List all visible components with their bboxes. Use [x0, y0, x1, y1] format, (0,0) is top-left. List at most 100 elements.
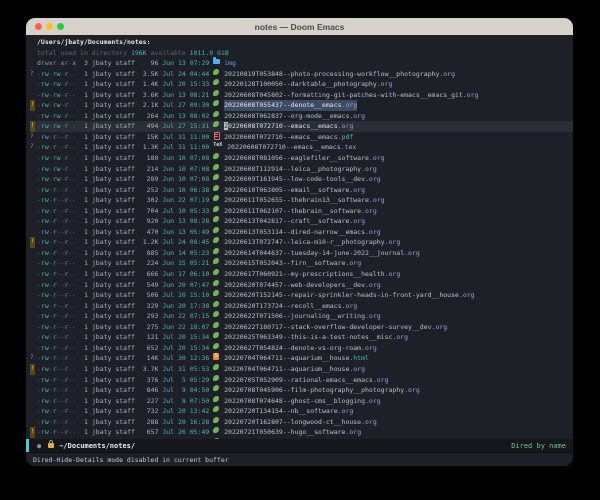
dired-row-file[interactable]: !-rw-r--r-- 1 jbaty staff 657 Jul 26 05:… — [30, 427, 573, 438]
file-date: Jul 26 05:49 — [162, 427, 209, 438]
filename[interactable]: 20220708T074648--ghost-cms__blogging — [224, 397, 365, 405]
org-icon — [213, 216, 220, 223]
dired-row-directory[interactable]: drwxr-xr-x 3 jbaty staff 96 Jun 13 07:29… — [30, 58, 573, 69]
fringe — [30, 417, 37, 428]
dired-row-file[interactable]: -rw-rw-r-- 1 jbaty staff 214 Jun 10 07:0… — [30, 164, 573, 175]
file-extension: .org — [385, 270, 401, 278]
filename[interactable]: 20220620T173724--recoll__emacs — [224, 302, 341, 310]
dired-row-file[interactable]: ?-rw-r--r-- 1 jbaty staff 14K Jul 30 12:… — [30, 353, 573, 364]
dired-row-file[interactable]: -rw-r--r-- 1 jbaty staff 121 Jul 20 15:3… — [30, 332, 573, 343]
filename[interactable]: 20220720T134154--nb__software — [224, 407, 338, 415]
filename[interactable]: 20220608T045802--formatting-git-patches-… — [224, 91, 463, 99]
permissions: -rw-r--r-- — [37, 258, 76, 269]
filename[interactable]: 20220613T042817--craft__software — [224, 217, 349, 225]
filename[interactable]: 20220128T100050--darktable__photography — [224, 80, 377, 88]
file-meta: 1 jbaty staff 470 — [76, 227, 162, 238]
dired-row-file[interactable]: !-rw-r--r-- 1 jbaty staff 1.2K Jul 24 08… — [30, 237, 573, 248]
dired-row-file[interactable]: -rw-r--r-- 1 jbaty staff 549 Jun 20 07:4… — [30, 280, 573, 291]
zoom-button-icon[interactable] — [57, 23, 64, 30]
dired-row-file[interactable]: ?-rw-rw-r-- 1 jbaty staff 3.5K Jul 24 04… — [30, 69, 573, 80]
dired-row-file[interactable]: -rw-r--r-- 1 jbaty staff 329 Jun 20 17:3… — [30, 301, 573, 312]
file-meta: 1 jbaty staff 732 — [76, 406, 162, 417]
dired-row-file[interactable]: -rw-rw-r-- 1 jbaty staff 264 Jun 13 08:0… — [30, 111, 573, 122]
filename[interactable]: 20220614T044637--tuesday-14-june-2022__j… — [224, 249, 404, 257]
filename[interactable]: 20220608T055437--denote__emacs — [224, 101, 341, 109]
dired-row-file[interactable]: ?-rw-r--r-- 1 jbaty staff 1.3K Jul 31 11… — [30, 142, 573, 153]
filename[interactable]: 20220608T081056--eaglefiler__software — [224, 154, 369, 162]
filename[interactable]: 20220613T053114--dired-narrow__emacs — [224, 228, 365, 236]
dired-row-file[interactable]: -rw-r--r-- 1 jbaty staff 732 Jul 20 13:4… — [30, 406, 573, 417]
filename[interactable]: 20220613T072747--leica-m10-r__photograph… — [224, 238, 384, 246]
dired-sort-indicator[interactable]: Dired by name — [511, 442, 566, 450]
file-meta: 1 jbaty staff 846 — [76, 385, 162, 396]
org-icon — [213, 90, 220, 97]
dired-row-file[interactable]: -rw-r--r-- 1 jbaty staff 920 Jun 13 08:2… — [30, 216, 573, 227]
dired-row-file[interactable]: -rw-r--r-- 1 jbaty staff 302 Jun 22 07:1… — [30, 195, 573, 206]
file-extension: .org — [342, 101, 358, 109]
filename[interactable]: 20220608T072710--emacs__emacs — [224, 122, 338, 130]
dired-row-file[interactable]: -rw-rw-r-- 1 jbaty staff 1.4K Jul 20 15:… — [30, 79, 573, 90]
filename[interactable]: 20220610T063805--email__software — [224, 186, 349, 194]
dired-row-file[interactable]: !-rw-rw-r-- 1 jbaty staff 2.1K Jul 27 09… — [30, 100, 573, 111]
filename[interactable]: 20220720T162807--longwood-ct__house — [224, 418, 361, 426]
dired-row-file[interactable]: -rw-r--r-- 1 jbaty staff 293 Jun 22 07:1… — [30, 311, 573, 322]
dired-row-file[interactable]: !-rw-rw-r-- 1 jbaty staff 494 Jul 27 15:… — [30, 121, 573, 132]
dired-row-file[interactable]: -rw-rw-r-- 1 jbaty staff 180 Jun 10 07:0… — [30, 153, 573, 164]
filename[interactable]: 20220704T064711--aquarium__house — [224, 365, 349, 373]
pdf-icon — [213, 132, 220, 139]
filename[interactable]: 20220622T180717--stack-overflow-develope… — [224, 323, 431, 331]
filename[interactable]: 20220608T062837--org-mode__emacs — [224, 112, 349, 120]
dired-row-file[interactable]: -rw-r--r-- 1 jbaty staff 288 Jul 20 16:2… — [30, 417, 573, 428]
file-meta: 1 jbaty staff 288 — [76, 417, 162, 428]
filename[interactable]: 20220627T054824--denote-vs-org-roam — [224, 344, 361, 352]
dired-row-file[interactable]: -rw-r--r-- 1 jbaty staff 376 Jul 5 05:29… — [30, 375, 573, 386]
dired-buffer[interactable]: /Users/jbaty/Documents/notes: total used… — [26, 35, 573, 439]
dired-row-file[interactable]: -rw-r--r-- 1 jbaty staff 652 Jul 20 15:3… — [30, 343, 573, 354]
point-cursor: 2 — [224, 122, 228, 130]
org-icon — [213, 417, 220, 424]
dired-row-file[interactable]: -rw-r--r-- 1 jbaty staff 252 Jun 10 06:3… — [30, 185, 573, 196]
dired-row-file[interactable]: !-rw-r--r-- 1 jbaty staff 3.7K Jul 31 05… — [30, 364, 573, 375]
dired-row-file[interactable]: -rw-r--r-- 1 jbaty staff 666 Jun 17 06:1… — [30, 269, 573, 280]
permissions: -rw-r--r-- — [37, 322, 76, 333]
dired-row-file[interactable]: -rw-r--r-- 1 jbaty staff 470 Jun 13 05:4… — [30, 227, 573, 238]
filename[interactable]: img — [224, 59, 236, 67]
file-meta: 1 jbaty staff 506 — [76, 290, 162, 301]
filename[interactable]: 20220704T064711--aquarium__house — [224, 354, 349, 362]
filename[interactable]: 20220609T161945--low-code-tools__dev — [224, 175, 365, 183]
filename[interactable]: 20210819T053848--photo-processing-workfl… — [224, 70, 439, 78]
dired-row-file[interactable]: -rw-r--r-- 1 jbaty staff 275 Jun 22 18:0… — [30, 322, 573, 333]
file-meta: 3 jbaty staff 96 — [76, 58, 162, 69]
filename[interactable]: 20220625T063349--this-is-a-test-notes__m… — [224, 333, 392, 341]
filename[interactable]: 20220620T152145--repair-sprinkler-heads-… — [224, 291, 459, 299]
dired-row-file[interactable]: -rw-r--r-- 1 jbaty staff 704 Jul 10 05:3… — [30, 206, 573, 217]
filename[interactable]: 20220721T050639--hugo__software — [224, 428, 345, 436]
dired-row-file[interactable]: -rw-rw-r-- 1 jbaty staff 3.6K Jun 13 08:… — [30, 90, 573, 101]
filename[interactable]: 20220611T052655--thebrain13__software — [224, 196, 369, 204]
dired-row-file[interactable]: -rw-rw-r-- 1 jbaty staff 289 Jun 10 07:0… — [30, 174, 573, 185]
file-meta: 1 jbaty staff 329 — [76, 301, 162, 312]
filename[interactable]: 20220708T045906--film-photography__photo… — [224, 386, 404, 394]
org-icon — [213, 311, 220, 318]
dired-row-file[interactable]: ?-rw-r--r-- 1 jbaty staff 15K Jul 31 11:… — [30, 132, 573, 143]
filename[interactable]: 20220608T072710--emacs__emacs — [227, 143, 341, 151]
minimize-button-icon[interactable] — [46, 23, 53, 30]
permissions: -rw-rw-r-- — [37, 90, 76, 101]
dired-row-file[interactable]: -rw-r--r-- 1 jbaty staff 227 Jul 8 07:50… — [30, 396, 573, 407]
filename[interactable]: 20220622T071506--journaling__writing — [224, 312, 365, 320]
permissions: -rw-r--r-- — [37, 132, 76, 143]
dired-row-file[interactable]: -rw-r--r-- 1 jbaty staff 846 Jul 9 04:50… — [30, 385, 573, 396]
filename[interactable]: 20220617T060921--my-prescriptions__healt… — [224, 270, 384, 278]
dired-row-file[interactable]: -rw-r--r-- 1 jbaty staff 506 Jul 20 15:1… — [30, 290, 573, 301]
close-button-icon[interactable] — [35, 23, 42, 30]
dired-row-file[interactable]: -rw-r--r-- 1 jbaty staff 885 Jun 14 05:2… — [30, 248, 573, 259]
filename[interactable]: 20220611T062107--thebrain__software — [224, 207, 361, 215]
filename[interactable]: 20220620T074457--web-developers__dev — [224, 281, 365, 289]
filename[interactable]: 20220608T072710--emacs__emacs — [224, 133, 338, 141]
dired-row-file[interactable]: -rw-r--r-- 1 jbaty staff 224 Jun 15 05:2… — [30, 258, 573, 269]
filename[interactable]: 20220608T112914--leica__photography — [224, 165, 361, 173]
permissions: -rw-r--r-- — [37, 311, 76, 322]
titlebar[interactable]: notes — Doom Emacs — [26, 18, 573, 35]
filename[interactable]: 20220705T052909--rational-emacs__emacs — [224, 376, 373, 384]
filename[interactable]: 20220615T052043--firn__software — [224, 259, 345, 267]
